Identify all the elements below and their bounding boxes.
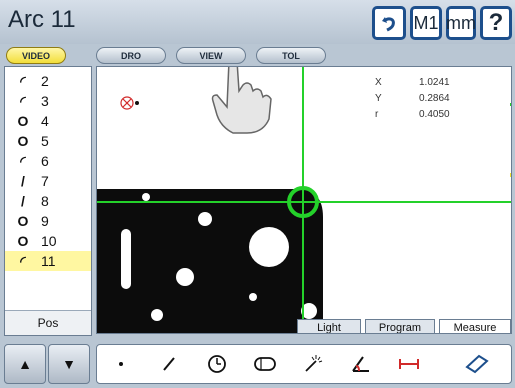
measure-mode-button[interactable]: M1 xyxy=(410,6,442,40)
x-value: 1.0241 xyxy=(419,77,450,88)
measure-slot-button[interactable] xyxy=(245,345,285,383)
measure-rectangle-button[interactable] xyxy=(449,345,505,383)
circle-icon: O xyxy=(17,133,29,149)
list-item[interactable]: O4 xyxy=(5,111,91,131)
top-tabs: VIDEO DRO VIEW TOL xyxy=(0,44,515,66)
list-item[interactable]: O5 xyxy=(5,131,91,151)
feature-number: 4 xyxy=(41,113,49,129)
pos-button[interactable]: Pos xyxy=(5,310,91,335)
list-item-selected[interactable]: ◜ 11 xyxy=(5,251,91,271)
y-label: Y xyxy=(375,93,382,104)
help-button[interactable]: ? xyxy=(480,6,512,40)
line-icon xyxy=(163,357,175,371)
down-arrow-icon: ▼ xyxy=(62,356,76,372)
arc-icon: ◜ xyxy=(20,92,26,109)
bottom-toolbar: ▲ ▼ xyxy=(0,338,515,388)
rectangle-icon xyxy=(465,354,489,374)
measure-tools xyxy=(96,344,512,384)
measure-auto-button[interactable] xyxy=(293,345,333,383)
feature-number: 6 xyxy=(41,153,49,169)
list-item[interactable]: ◜ 6 xyxy=(5,151,91,171)
units-button[interactable]: mm xyxy=(446,6,476,40)
title-bar: Arc 11 M1 mm ? xyxy=(0,0,515,44)
arc-icon: ◜ xyxy=(20,72,26,89)
undo-button[interactable] xyxy=(372,6,406,40)
list-item[interactable]: /8 xyxy=(5,191,91,211)
list-item[interactable]: O9 xyxy=(5,211,91,231)
tab-video[interactable]: VIDEO xyxy=(6,47,66,64)
measure-point-button[interactable] xyxy=(101,345,141,383)
tab-program[interactable]: Program xyxy=(365,319,435,333)
measure-distance-button[interactable] xyxy=(389,345,429,383)
feature-number: 7 xyxy=(41,173,49,189)
point-icon xyxy=(119,362,123,366)
feature-number: 9 xyxy=(41,213,49,229)
tab-view[interactable]: VIEW xyxy=(176,47,246,64)
arc-icon: ◜ xyxy=(20,252,26,269)
video-image xyxy=(97,67,511,333)
tab-light[interactable]: Light xyxy=(297,319,361,333)
measure-angle-button[interactable] xyxy=(341,345,381,383)
magic-wand-icon xyxy=(305,355,323,372)
tab-tol[interactable]: TOL xyxy=(256,47,326,64)
feature-number: 5 xyxy=(41,133,49,149)
x-label: X xyxy=(375,77,382,88)
scroll-down-button[interactable]: ▼ xyxy=(48,344,90,384)
feature-number: 2 xyxy=(41,73,49,89)
slot-icon xyxy=(254,357,276,371)
feature-number: 10 xyxy=(41,233,57,249)
feature-number: 11 xyxy=(41,253,56,269)
scroll-arrows: ▲ ▼ xyxy=(4,344,90,384)
circle-icon xyxy=(208,355,226,373)
tab-dro[interactable]: DRO xyxy=(96,47,166,64)
video-view[interactable]: X 1.0241 Y 0.2864 r 0.4050 Light Program… xyxy=(96,66,512,334)
y-value: 0.2864 xyxy=(419,93,450,104)
list-item[interactable]: ◜ 2 xyxy=(5,71,91,91)
tab-measure[interactable]: Measure xyxy=(439,319,511,333)
angle-icon xyxy=(352,356,369,372)
feature-number: 3 xyxy=(41,93,49,109)
feature-number: 8 xyxy=(41,193,49,209)
measure-line-button[interactable] xyxy=(149,345,189,383)
list-item[interactable]: O 10 xyxy=(5,231,91,251)
measure-circle-button[interactable] xyxy=(197,345,237,383)
circle-icon: O xyxy=(17,113,29,129)
feature-title: Arc 11 xyxy=(8,6,76,33)
list-item[interactable]: /7 xyxy=(5,171,91,191)
circle-icon: O xyxy=(17,213,29,229)
feature-list: ◜ 2 ◜ 3 O4 O5 ◜ 6 /7 /8 O9 O 10 ◜ 11 Pos xyxy=(4,66,92,336)
r-label: r xyxy=(375,109,379,120)
r-value: 0.4050 xyxy=(419,109,450,120)
arc-icon: ◜ xyxy=(20,152,26,169)
line-icon: / xyxy=(21,193,25,209)
scroll-up-button[interactable]: ▲ xyxy=(4,344,46,384)
up-arrow-icon: ▲ xyxy=(18,356,32,372)
line-icon: / xyxy=(21,173,25,189)
hand-pointer-icon xyxy=(211,67,272,134)
undo-icon xyxy=(382,17,395,32)
distance-icon xyxy=(399,359,419,369)
list-item[interactable]: ◜ 3 xyxy=(5,91,91,111)
circle-icon: O xyxy=(17,233,29,249)
